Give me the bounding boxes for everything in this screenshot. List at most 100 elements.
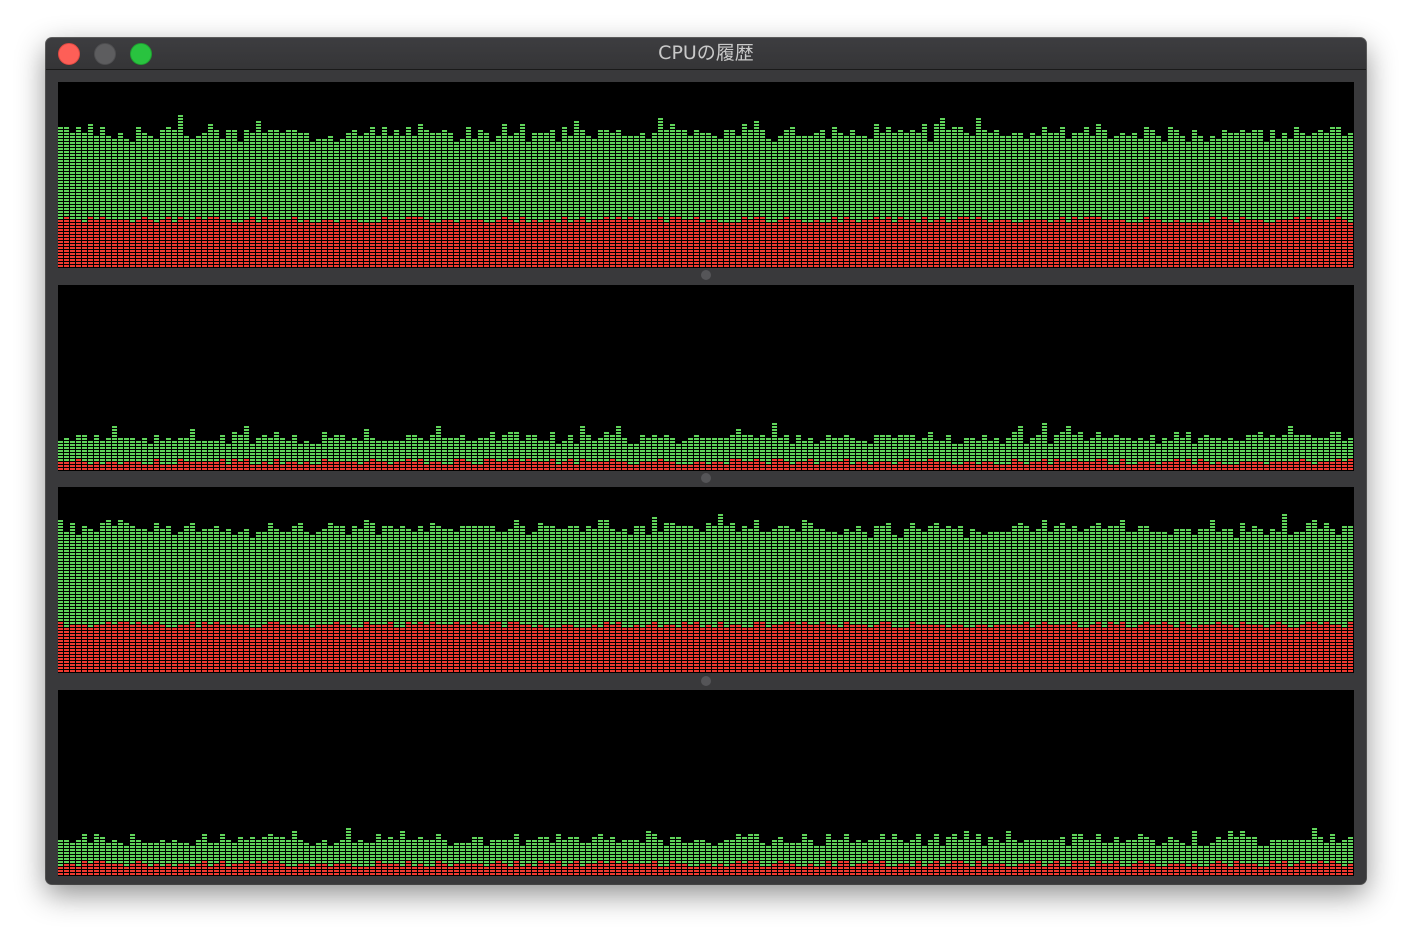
- user-load-cell: [76, 178, 81, 180]
- system-load-cell: [484, 223, 489, 225]
- user-load-cell: [160, 202, 165, 204]
- system-load-cell: [676, 262, 681, 264]
- user-load-cell: [166, 139, 171, 141]
- user-load-cell: [634, 214, 639, 216]
- user-load-cell: [454, 160, 459, 162]
- user-load-cell: [454, 175, 459, 177]
- user-load-cell: [298, 211, 303, 213]
- user-load-cell: [226, 133, 231, 135]
- user-load-cell: [112, 214, 117, 216]
- user-load-cell: [676, 145, 681, 147]
- user-load-cell: [334, 175, 339, 177]
- user-load-cell: [262, 142, 267, 144]
- user-load-cell: [490, 214, 495, 216]
- system-load-cell: [304, 265, 309, 267]
- user-load-cell: [70, 157, 75, 159]
- user-load-cell: [124, 142, 129, 144]
- user-load-cell: [556, 172, 561, 174]
- user-load-cell: [694, 208, 699, 210]
- system-load-cell: [370, 250, 375, 252]
- user-load-cell: [598, 166, 603, 168]
- user-load-cell: [718, 217, 723, 219]
- system-load-cell: [568, 253, 573, 255]
- user-load-cell: [550, 193, 555, 195]
- user-load-cell: [658, 121, 663, 123]
- user-load-cell: [82, 145, 87, 147]
- user-load-cell: [706, 169, 711, 171]
- user-load-cell: [58, 127, 63, 129]
- system-load-cell: [622, 256, 627, 258]
- user-load-cell: [508, 148, 513, 150]
- user-load-cell: [700, 151, 705, 153]
- user-load-cell: [400, 175, 405, 177]
- user-load-cell: [448, 163, 453, 165]
- user-load-cell: [550, 130, 555, 132]
- user-load-cell: [94, 157, 99, 159]
- system-load-cell: [286, 244, 291, 246]
- user-load-cell: [634, 175, 639, 177]
- user-load-cell: [514, 178, 519, 180]
- system-load-cell: [286, 241, 291, 243]
- user-load-cell: [658, 169, 663, 171]
- user-load-cell: [88, 127, 93, 129]
- system-load-cell: [256, 244, 261, 246]
- user-load-cell: [520, 124, 525, 126]
- user-load-cell: [550, 136, 555, 138]
- user-load-cell: [280, 196, 285, 198]
- user-load-cell: [418, 154, 423, 156]
- system-load-cell: [472, 235, 477, 237]
- system-load-cell: [424, 256, 429, 258]
- user-load-cell: [472, 157, 477, 159]
- system-load-cell: [376, 265, 381, 267]
- system-load-cell: [208, 220, 213, 222]
- user-load-cell: [514, 154, 519, 156]
- system-load-cell: [574, 220, 579, 222]
- system-load-cell: [694, 241, 699, 243]
- user-load-cell: [640, 163, 645, 165]
- user-load-cell: [700, 217, 705, 219]
- user-load-cell: [76, 160, 81, 162]
- system-load-cell: [388, 265, 393, 267]
- system-load-cell: [688, 259, 693, 261]
- system-load-cell: [538, 235, 543, 237]
- user-load-cell: [370, 202, 375, 204]
- user-load-cell: [700, 196, 705, 198]
- user-load-cell: [214, 154, 219, 156]
- user-load-cell: [274, 154, 279, 156]
- system-load-cell: [676, 256, 681, 258]
- user-load-cell: [502, 166, 507, 168]
- user-load-cell: [514, 196, 519, 198]
- user-load-cell: [478, 184, 483, 186]
- user-load-cell: [358, 220, 363, 222]
- user-load-cell: [64, 145, 69, 147]
- user-load-cell: [550, 148, 555, 150]
- system-load-cell: [664, 229, 669, 231]
- system-load-cell: [502, 253, 507, 255]
- user-load-cell: [478, 175, 483, 177]
- system-load-cell: [358, 238, 363, 240]
- system-load-cell: [160, 229, 165, 231]
- user-load-cell: [670, 205, 675, 207]
- system-load-cell: [214, 250, 219, 252]
- user-load-cell: [406, 199, 411, 201]
- user-load-cell: [418, 208, 423, 210]
- user-load-cell: [424, 190, 429, 192]
- system-load-cell: [316, 262, 321, 264]
- system-load-cell: [166, 235, 171, 237]
- user-load-cell: [190, 187, 195, 189]
- user-load-cell: [172, 154, 177, 156]
- user-load-cell: [526, 178, 531, 180]
- system-load-cell: [100, 250, 105, 252]
- user-load-cell: [580, 214, 585, 216]
- user-load-cell: [364, 178, 369, 180]
- user-load-cell: [556, 160, 561, 162]
- system-load-cell: [388, 235, 393, 237]
- system-load-cell: [70, 244, 75, 246]
- system-load-cell: [352, 232, 357, 234]
- title-bar[interactable]: CPUの履歴: [46, 38, 1366, 70]
- user-load-cell: [448, 142, 453, 144]
- user-load-cell: [520, 133, 525, 135]
- system-load-cell: [388, 238, 393, 240]
- system-load-cell: [604, 226, 609, 228]
- user-load-cell: [622, 211, 627, 213]
